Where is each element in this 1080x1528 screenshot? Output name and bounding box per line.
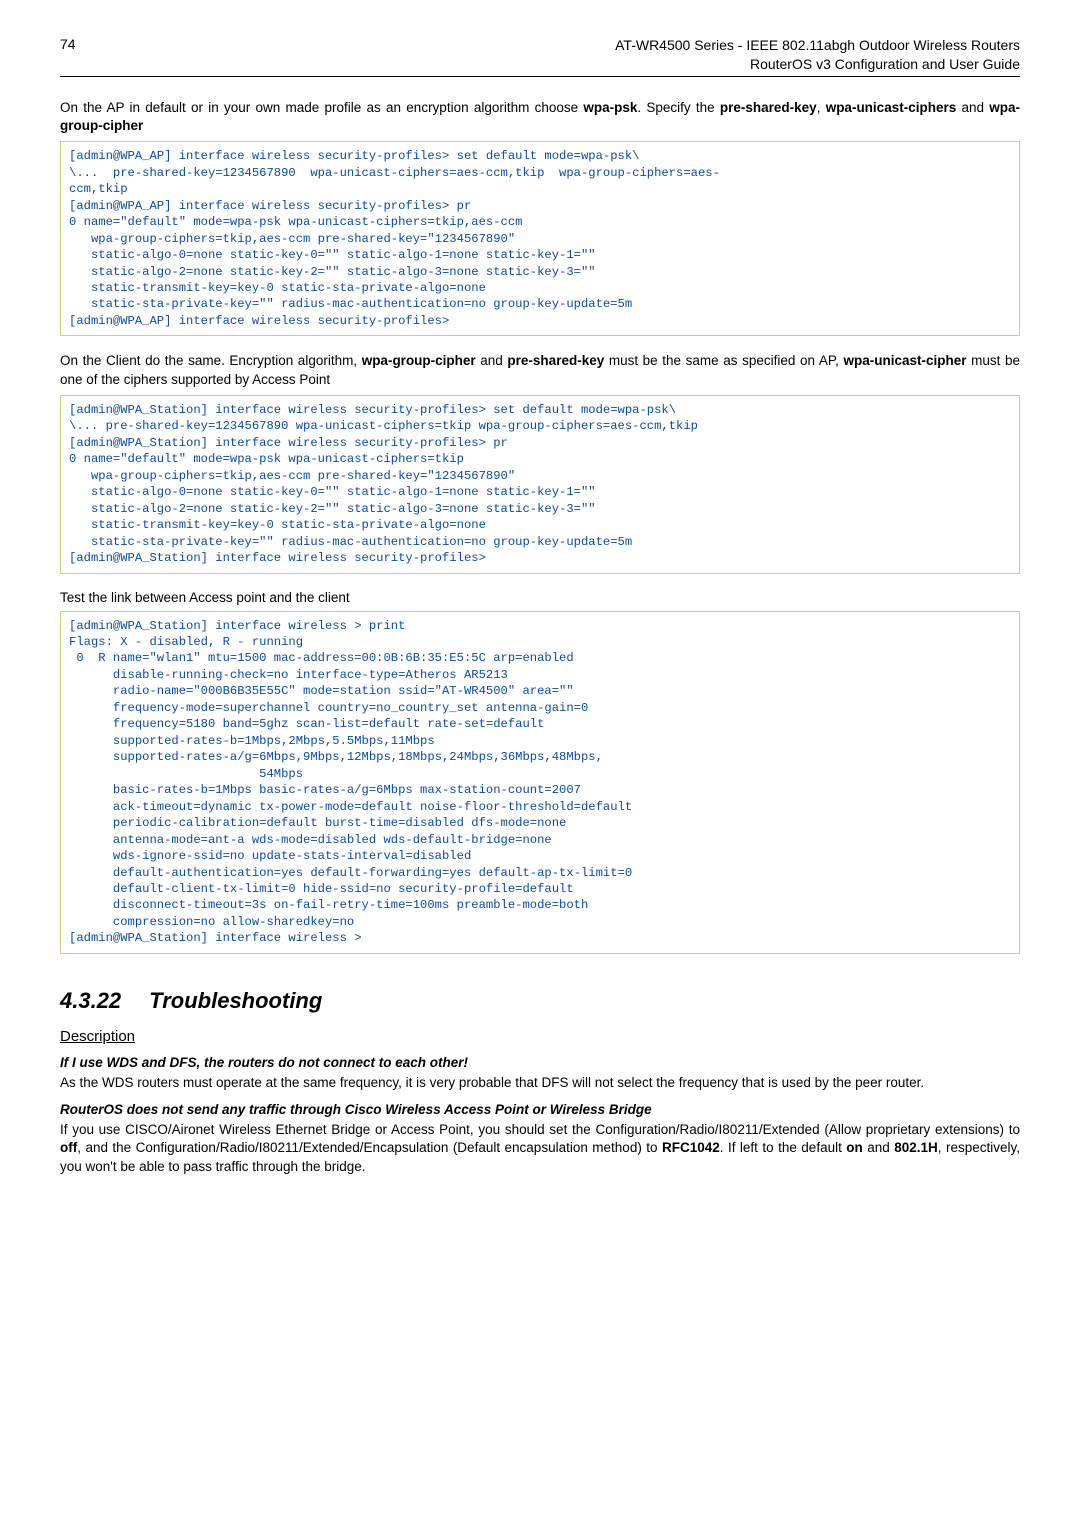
text: On the AP in default or in your own made…: [60, 100, 583, 115]
text: ,: [817, 100, 826, 115]
description-heading: Description: [60, 1028, 1020, 1045]
text: . Specify the: [637, 100, 720, 115]
text: and: [956, 100, 989, 115]
text: and: [476, 353, 508, 368]
para-wds-dfs: As the WDS routers must operate at the s…: [60, 1074, 1020, 1092]
term-off: off: [60, 1140, 77, 1155]
term-pre-shared-key: pre-shared-key: [507, 353, 604, 368]
section-title: Troubleshooting: [149, 988, 322, 1013]
term-rfc1042: RFC1042: [662, 1140, 720, 1155]
para-client-setup: On the Client do the same. Encryption al…: [60, 352, 1020, 388]
section-number: 4.3.22: [60, 988, 121, 1014]
term-8021h: 802.1H: [894, 1140, 938, 1155]
text: If you use CISCO/Aironet Wireless Ethern…: [60, 1122, 1020, 1137]
code-block-ap: [admin@WPA_AP] interface wireless securi…: [60, 141, 1020, 336]
text: , and the Configuration/Radio/I80211/Ext…: [77, 1140, 662, 1155]
para-ap-setup: On the AP in default or in your own made…: [60, 99, 1020, 135]
page-number: 74: [60, 36, 76, 52]
term-wpa-psk: wpa-psk: [583, 100, 637, 115]
term-pre-shared-key: pre-shared-key: [720, 100, 817, 115]
code-block-station: [admin@WPA_Station] interface wireless s…: [60, 395, 1020, 574]
page-content: 74 AT-WR4500 Series - IEEE 802.11abgh Ou…: [0, 0, 1080, 1222]
header-title-line1: AT-WR4500 Series - IEEE 802.11abgh Outdo…: [615, 37, 1020, 53]
section-heading: 4.3.22 Troubleshooting: [60, 988, 1020, 1014]
header-title-line2: RouterOS v3 Configuration and User Guide: [750, 56, 1020, 72]
subheading-cisco: RouterOS does not send any traffic throu…: [60, 1102, 1020, 1117]
page-header: 74 AT-WR4500 Series - IEEE 802.11abgh Ou…: [60, 36, 1020, 77]
caption-test-link: Test the link between Access point and t…: [60, 590, 1020, 605]
text: must be the same as specified on AP,: [604, 353, 843, 368]
term-wpa-unicast-cipher: wpa-unicast-cipher: [844, 353, 967, 368]
text: and: [863, 1140, 894, 1155]
term-on: on: [846, 1140, 863, 1155]
term-wpa-unicast-ciphers: wpa-unicast-ciphers: [826, 100, 957, 115]
subheading-wds-dfs: If I use WDS and DFS, the routers do not…: [60, 1055, 1020, 1070]
text: . If left to the default: [720, 1140, 847, 1155]
code-block-print: [admin@WPA_Station] interface wireless >…: [60, 611, 1020, 954]
header-title: AT-WR4500 Series - IEEE 802.11abgh Outdo…: [615, 36, 1020, 74]
para-cisco: If you use CISCO/Aironet Wireless Ethern…: [60, 1121, 1020, 1176]
term-wpa-group-cipher: wpa-group-cipher: [362, 353, 476, 368]
text: On the Client do the same. Encryption al…: [60, 353, 362, 368]
